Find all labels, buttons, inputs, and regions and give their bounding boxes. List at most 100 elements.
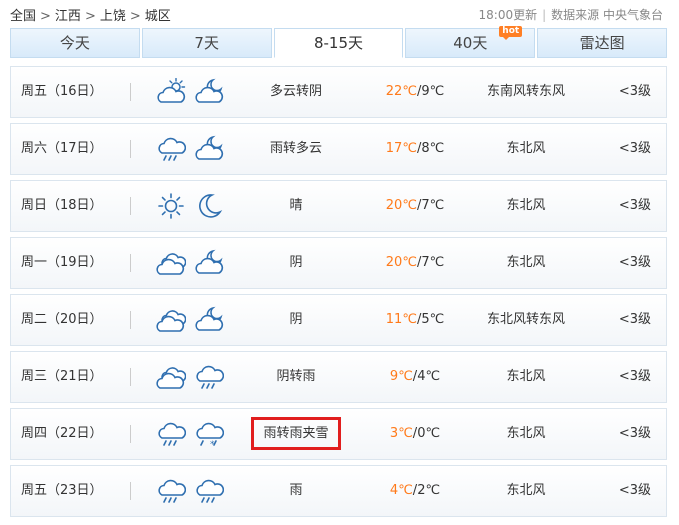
temp-high: 20℃ [385,198,417,213]
hot-badge: hot [499,26,523,40]
temp-high: 11℃ [385,312,417,327]
temp-low: 2℃ [417,483,441,498]
wind-level: <3级 [618,84,651,99]
temp-low: 8℃ [421,141,445,156]
wind-level: <3级 [618,426,651,441]
tab-label: 7天 [194,34,219,52]
rain-icon [158,137,186,161]
forecast-row: 周二（20日） 阴 11℃/5℃ 东北风转东风 <3级 [10,294,667,346]
breadcrumb-item-city[interactable]: 上饶 [100,9,126,24]
temperature: 20℃/7℃ [365,238,465,288]
wind-level: <3级 [618,198,651,213]
forecast-row: 周六（17日） 雨转多云 17℃/8℃ 东北风 <3级 [10,123,667,175]
temp-high: 17℃ [385,141,417,156]
weather-description-text: 多云转阴 [269,84,322,99]
forecast-row: 周日（18日） 晴 20℃/7℃ 东北风 <3级 [10,180,667,232]
forecast-day: 周三（21日） [21,369,103,384]
temperature: 4℃/2℃ [365,466,465,516]
temp-low: 7℃ [421,198,445,213]
forecast-row: 周三（21日） 阴转雨 9℃/4℃ 东北风 <3级 [10,351,667,403]
tab-label: 40天 [453,34,488,52]
temp-high: 20℃ [385,255,417,270]
forecast-day: 周二（20日） [21,312,103,327]
tab-label: 今天 [59,34,90,52]
forecast-day: 周五（16日） [21,84,103,99]
breadcrumb: 全国 > 江西 > 上饶 > 城区 [10,5,171,24]
temp-high: 22℃ [385,84,417,99]
overcast-icon [156,367,186,389]
wind-direction: 东北风 [506,198,546,213]
weather-description: 晴 [211,181,381,231]
temp-high: 9℃ [389,369,413,384]
wind-direction: 东北风 [506,255,546,270]
temperature: 22℃/9℃ [365,67,465,117]
weather-description: 阴 [211,238,381,288]
temp-low: 0℃ [417,426,441,441]
wind-level: <3级 [618,369,651,384]
temp-low: 4℃ [417,369,441,384]
weather-description-text: 雨 [289,483,303,498]
row-divider [130,140,131,158]
breadcrumb-item-province[interactable]: 江西 [55,9,81,24]
temperature: 3℃/0℃ [365,409,465,459]
tab-40day[interactable]: 40天 hot [405,26,536,58]
forecast-row: 周五（23日） 雨 4℃/2℃ 东北风 <3级 [10,465,667,517]
sun-icon [158,193,184,219]
wind-direction: 东北风 [506,369,546,384]
wind-direction: 东北风 [506,483,546,498]
tab-label: 雷达图 [579,34,625,52]
weather-description-text: 晴 [289,198,303,213]
forecast-tabs: 今天 7天 8-15天 40天 hot 雷达图 [10,26,667,58]
weather-description-text: 阴 [289,312,303,327]
tab-8-15day[interactable]: 8-15天 [273,28,404,58]
temp-low: 9℃ [421,84,445,99]
tab-7day[interactable]: 7天 [141,28,272,58]
wind-level: <3级 [618,312,651,327]
weather-description: 多云转阴 [211,67,381,117]
tab-label: 8-15天 [313,34,364,52]
row-divider [130,482,131,500]
tab-today[interactable]: 今天 [10,28,140,58]
row-divider [130,425,131,443]
wind-level: <3级 [618,255,651,270]
weather-description: 雨转雨夹雪 [211,409,381,459]
top-bar: 全国 > 江西 > 上饶 > 城区 18:00更新 | 数据来源 中央气象台 [0,0,679,28]
weather-description-text: 阴转雨 [276,369,316,384]
breadcrumb-separator: > [129,9,141,24]
weather-description: 雨 [211,466,381,516]
wind-direction: 东北风 [506,141,546,156]
forecast-row: 周四（22日） * 雨转雨夹雪 3℃/0℃ 东北风 <3级 [10,408,667,460]
temp-high: 3℃ [389,426,413,441]
temperature: 11℃/5℃ [365,295,465,345]
row-divider [130,197,131,215]
temperature: 17℃/8℃ [365,124,465,174]
row-divider [130,83,131,101]
overcast-icon [156,253,186,275]
row-divider [130,311,131,329]
breadcrumb-item-district: 城区 [144,9,171,24]
wind-level: <3级 [618,483,651,498]
overcast-icon [156,310,186,332]
weather-description-text: 雨转雨夹雪 [251,417,341,450]
row-divider [130,368,131,386]
wind-direction: 东南风转东风 [486,84,565,99]
temp-high: 4℃ [389,483,413,498]
temp-low: 5℃ [421,312,445,327]
breadcrumb-separator: > [40,9,51,24]
weather-description-text: 雨转多云 [269,141,322,156]
forecast-day: 周一（19日） [21,255,103,270]
tab-radar[interactable]: 雷达图 [537,28,667,58]
wind-direction: 东北风转东风 [486,312,565,327]
forecast-row: 周五（16日） 多云转阴 22℃/9℃ 东南风转东风 <3级 [10,66,667,118]
rain-icon [158,479,186,503]
cloudy-sun-icon [157,78,186,103]
breadcrumb-item-country[interactable]: 全国 [10,9,36,24]
breadcrumb-separator: > [84,9,96,24]
row-divider [130,254,131,272]
update-time: 18:00更新 [478,8,538,22]
rain-icon [158,422,186,446]
weather-description-text: 阴 [289,255,303,270]
temp-low: 7℃ [421,255,445,270]
weather-description: 雨转多云 [211,124,381,174]
wind-direction: 东北风 [506,426,546,441]
